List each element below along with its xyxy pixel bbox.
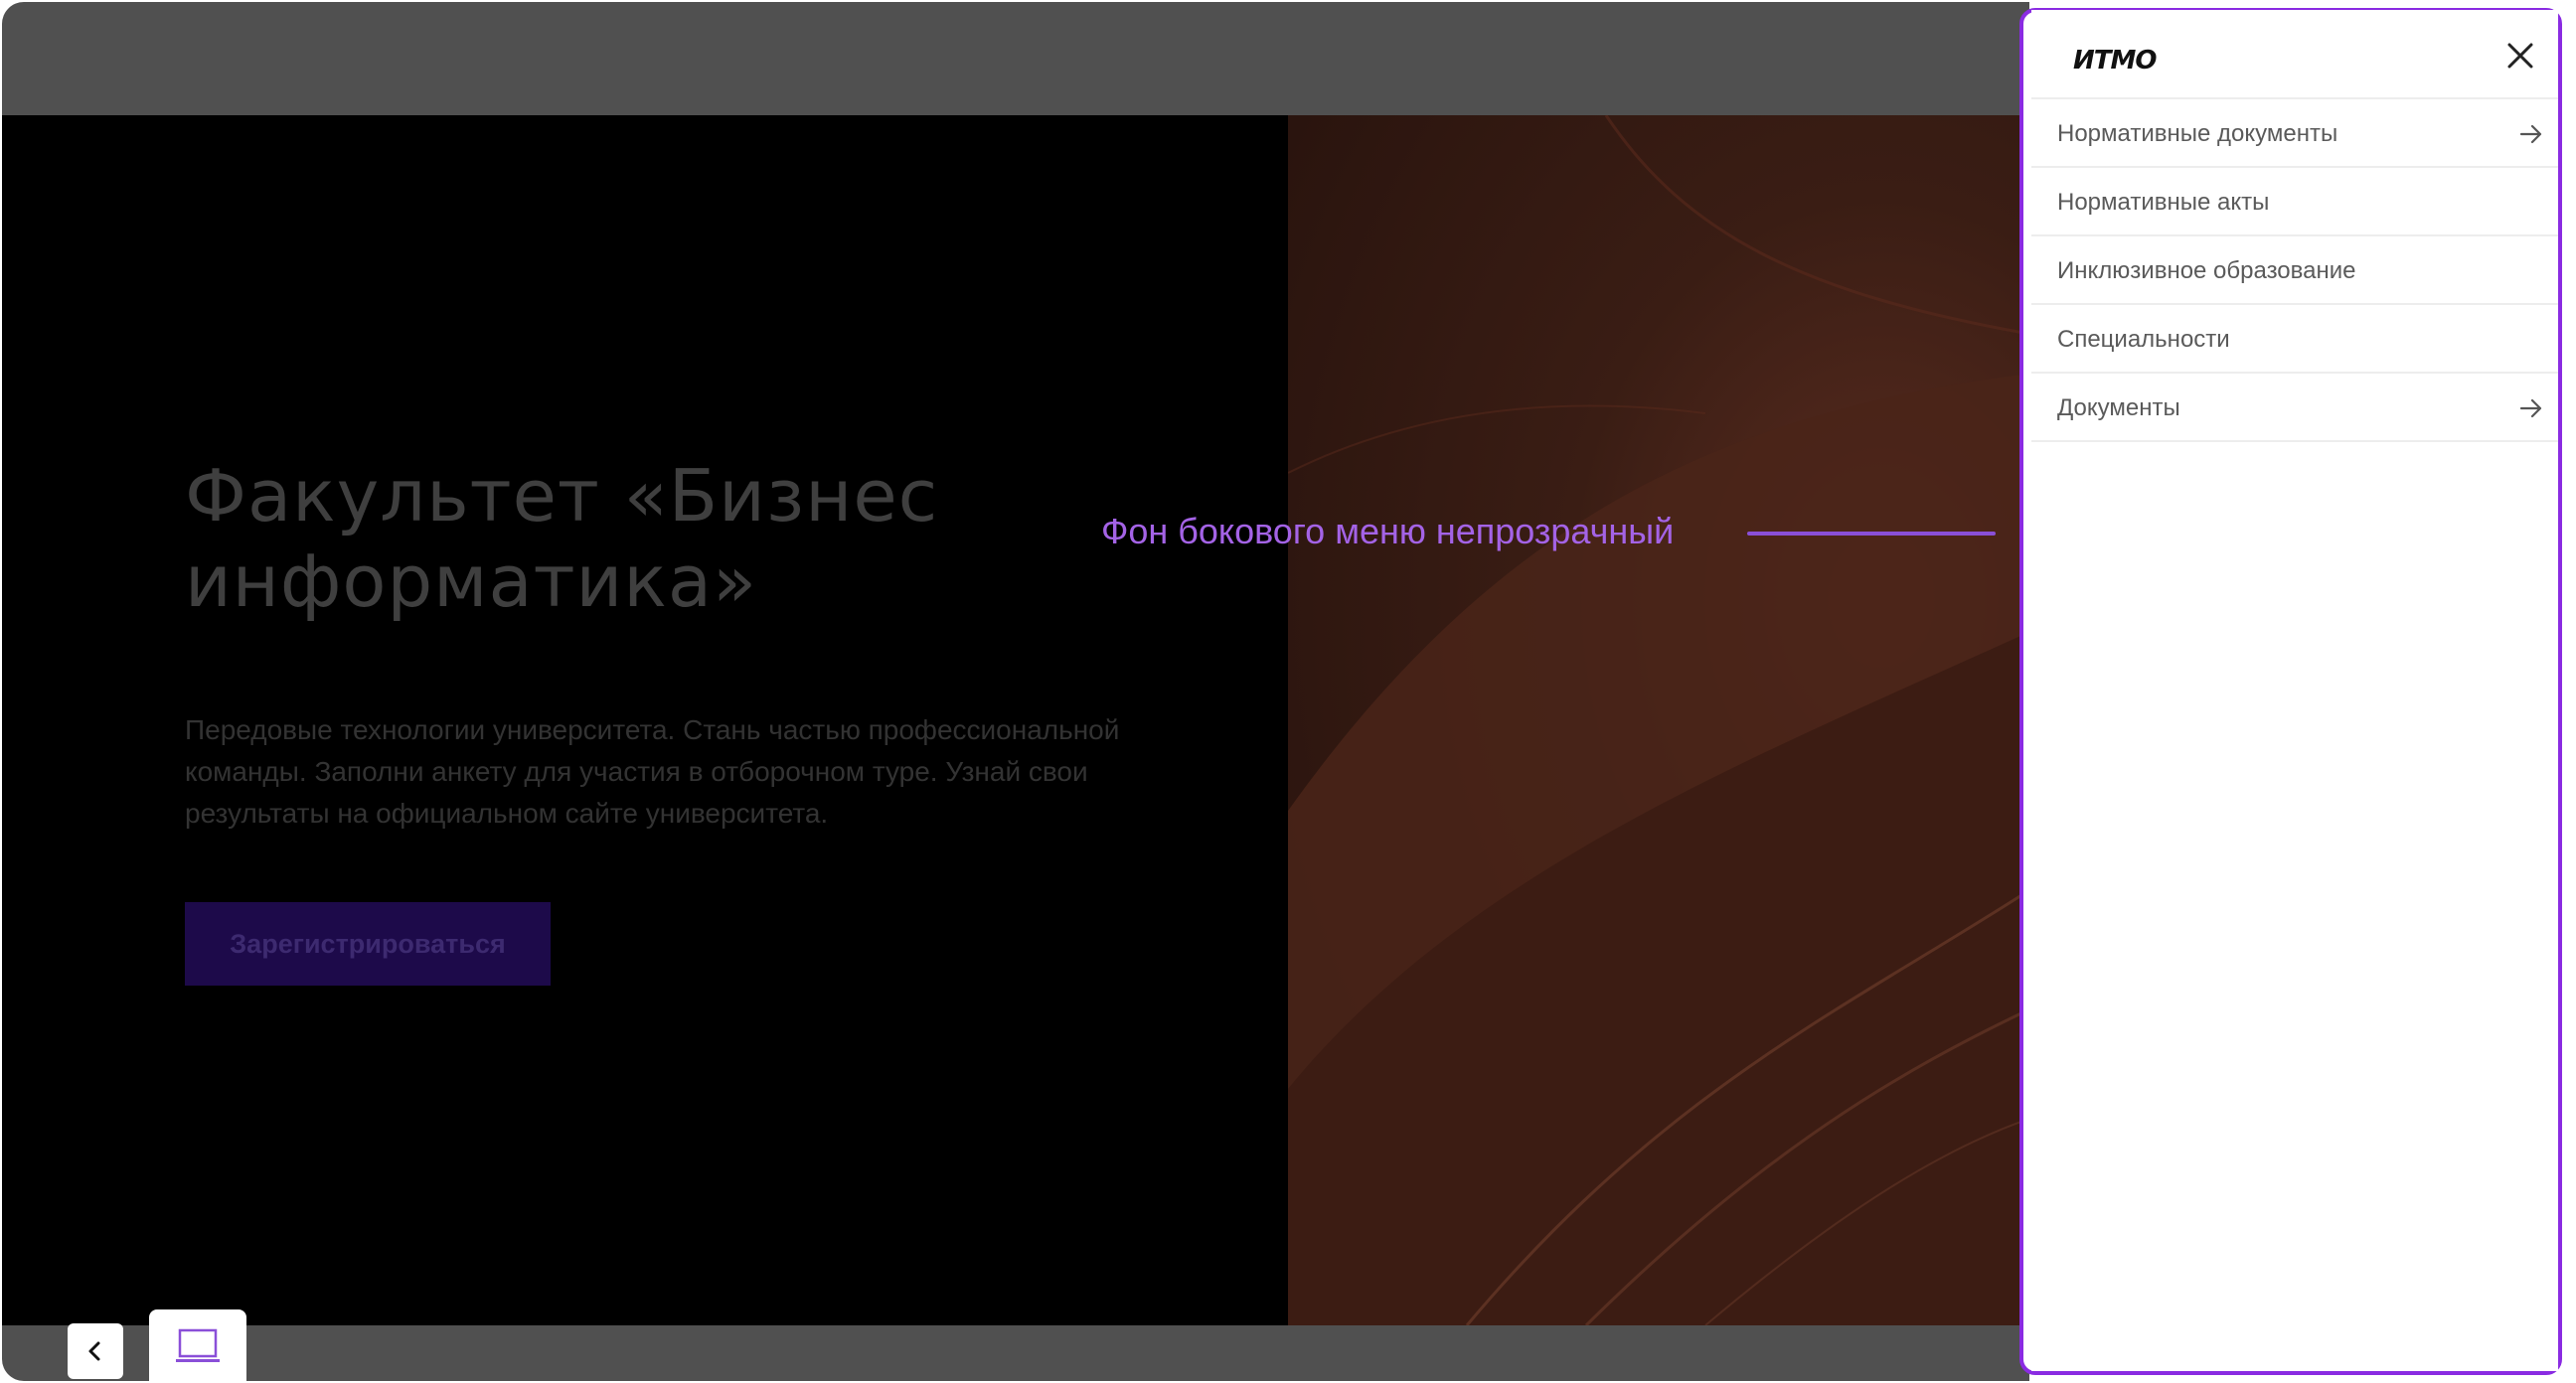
menu-item-label: Нормативные документы: [2057, 120, 2338, 147]
hero-title-line2: информатика»: [185, 539, 758, 623]
dimmed-page: Факультет «Бизнес информатика» Передовые…: [2, 2, 2029, 1381]
device-toggle-button[interactable]: [149, 1309, 246, 1383]
arrow-right-icon: [2519, 124, 2542, 144]
arrow-right-icon: [2519, 398, 2542, 418]
annotation-label: Фон бокового меню непрозрачный: [1101, 511, 1675, 551]
side-menu: ИTMO Нормативные документы Нормативные а…: [2031, 10, 2558, 1371]
hero-section: Факультет «Бизнес информатика» Передовые…: [2, 115, 2029, 1325]
hero-title-line1: Факультет «Бизнес: [185, 454, 939, 538]
menu-item-documents[interactable]: Документы: [2031, 374, 2558, 442]
chevron-left-icon: [88, 1341, 100, 1361]
menu-item-normative-acts[interactable]: Нормативные акты: [2031, 168, 2558, 236]
back-button[interactable]: [68, 1323, 123, 1379]
hero-description: Передовые технологии университета. Стань…: [185, 714, 1120, 829]
close-menu-button[interactable]: [2498, 34, 2542, 77]
close-icon: [2507, 43, 2533, 69]
menu-item-specialties[interactable]: Специальности: [2031, 305, 2558, 374]
hero-image: [1288, 115, 2029, 1325]
laptop-icon: [176, 1328, 220, 1362]
menu-item-inclusive-education[interactable]: Инклюзивное образование: [2031, 236, 2558, 305]
menu-item-label: Документы: [2057, 394, 2180, 421]
menu-item-label: Инклюзивное образование: [2057, 257, 2356, 284]
annotation-pointer-line: [1747, 532, 1996, 536]
side-menu-header: ИTMO: [2031, 10, 2558, 99]
menu-item-label: Нормативные акты: [2057, 189, 2270, 216]
menu-item-normative-documents[interactable]: Нормативные документы: [2031, 99, 2558, 168]
register-button[interactable]: Зарегистрироваться: [185, 902, 551, 986]
itmo-logo[interactable]: ИTMO: [2073, 46, 2157, 76]
side-menu-list: Нормативные документы Нормативные акты И…: [2031, 99, 2558, 442]
abstract-waves-graphic: [1288, 115, 2029, 1325]
preview-frame: Факультет «Бизнес информатика» Передовые…: [0, 0, 2576, 1383]
hero-title: Факультет «Бизнес информатика»: [185, 453, 1179, 624]
menu-item-label: Специальности: [2057, 326, 2230, 353]
